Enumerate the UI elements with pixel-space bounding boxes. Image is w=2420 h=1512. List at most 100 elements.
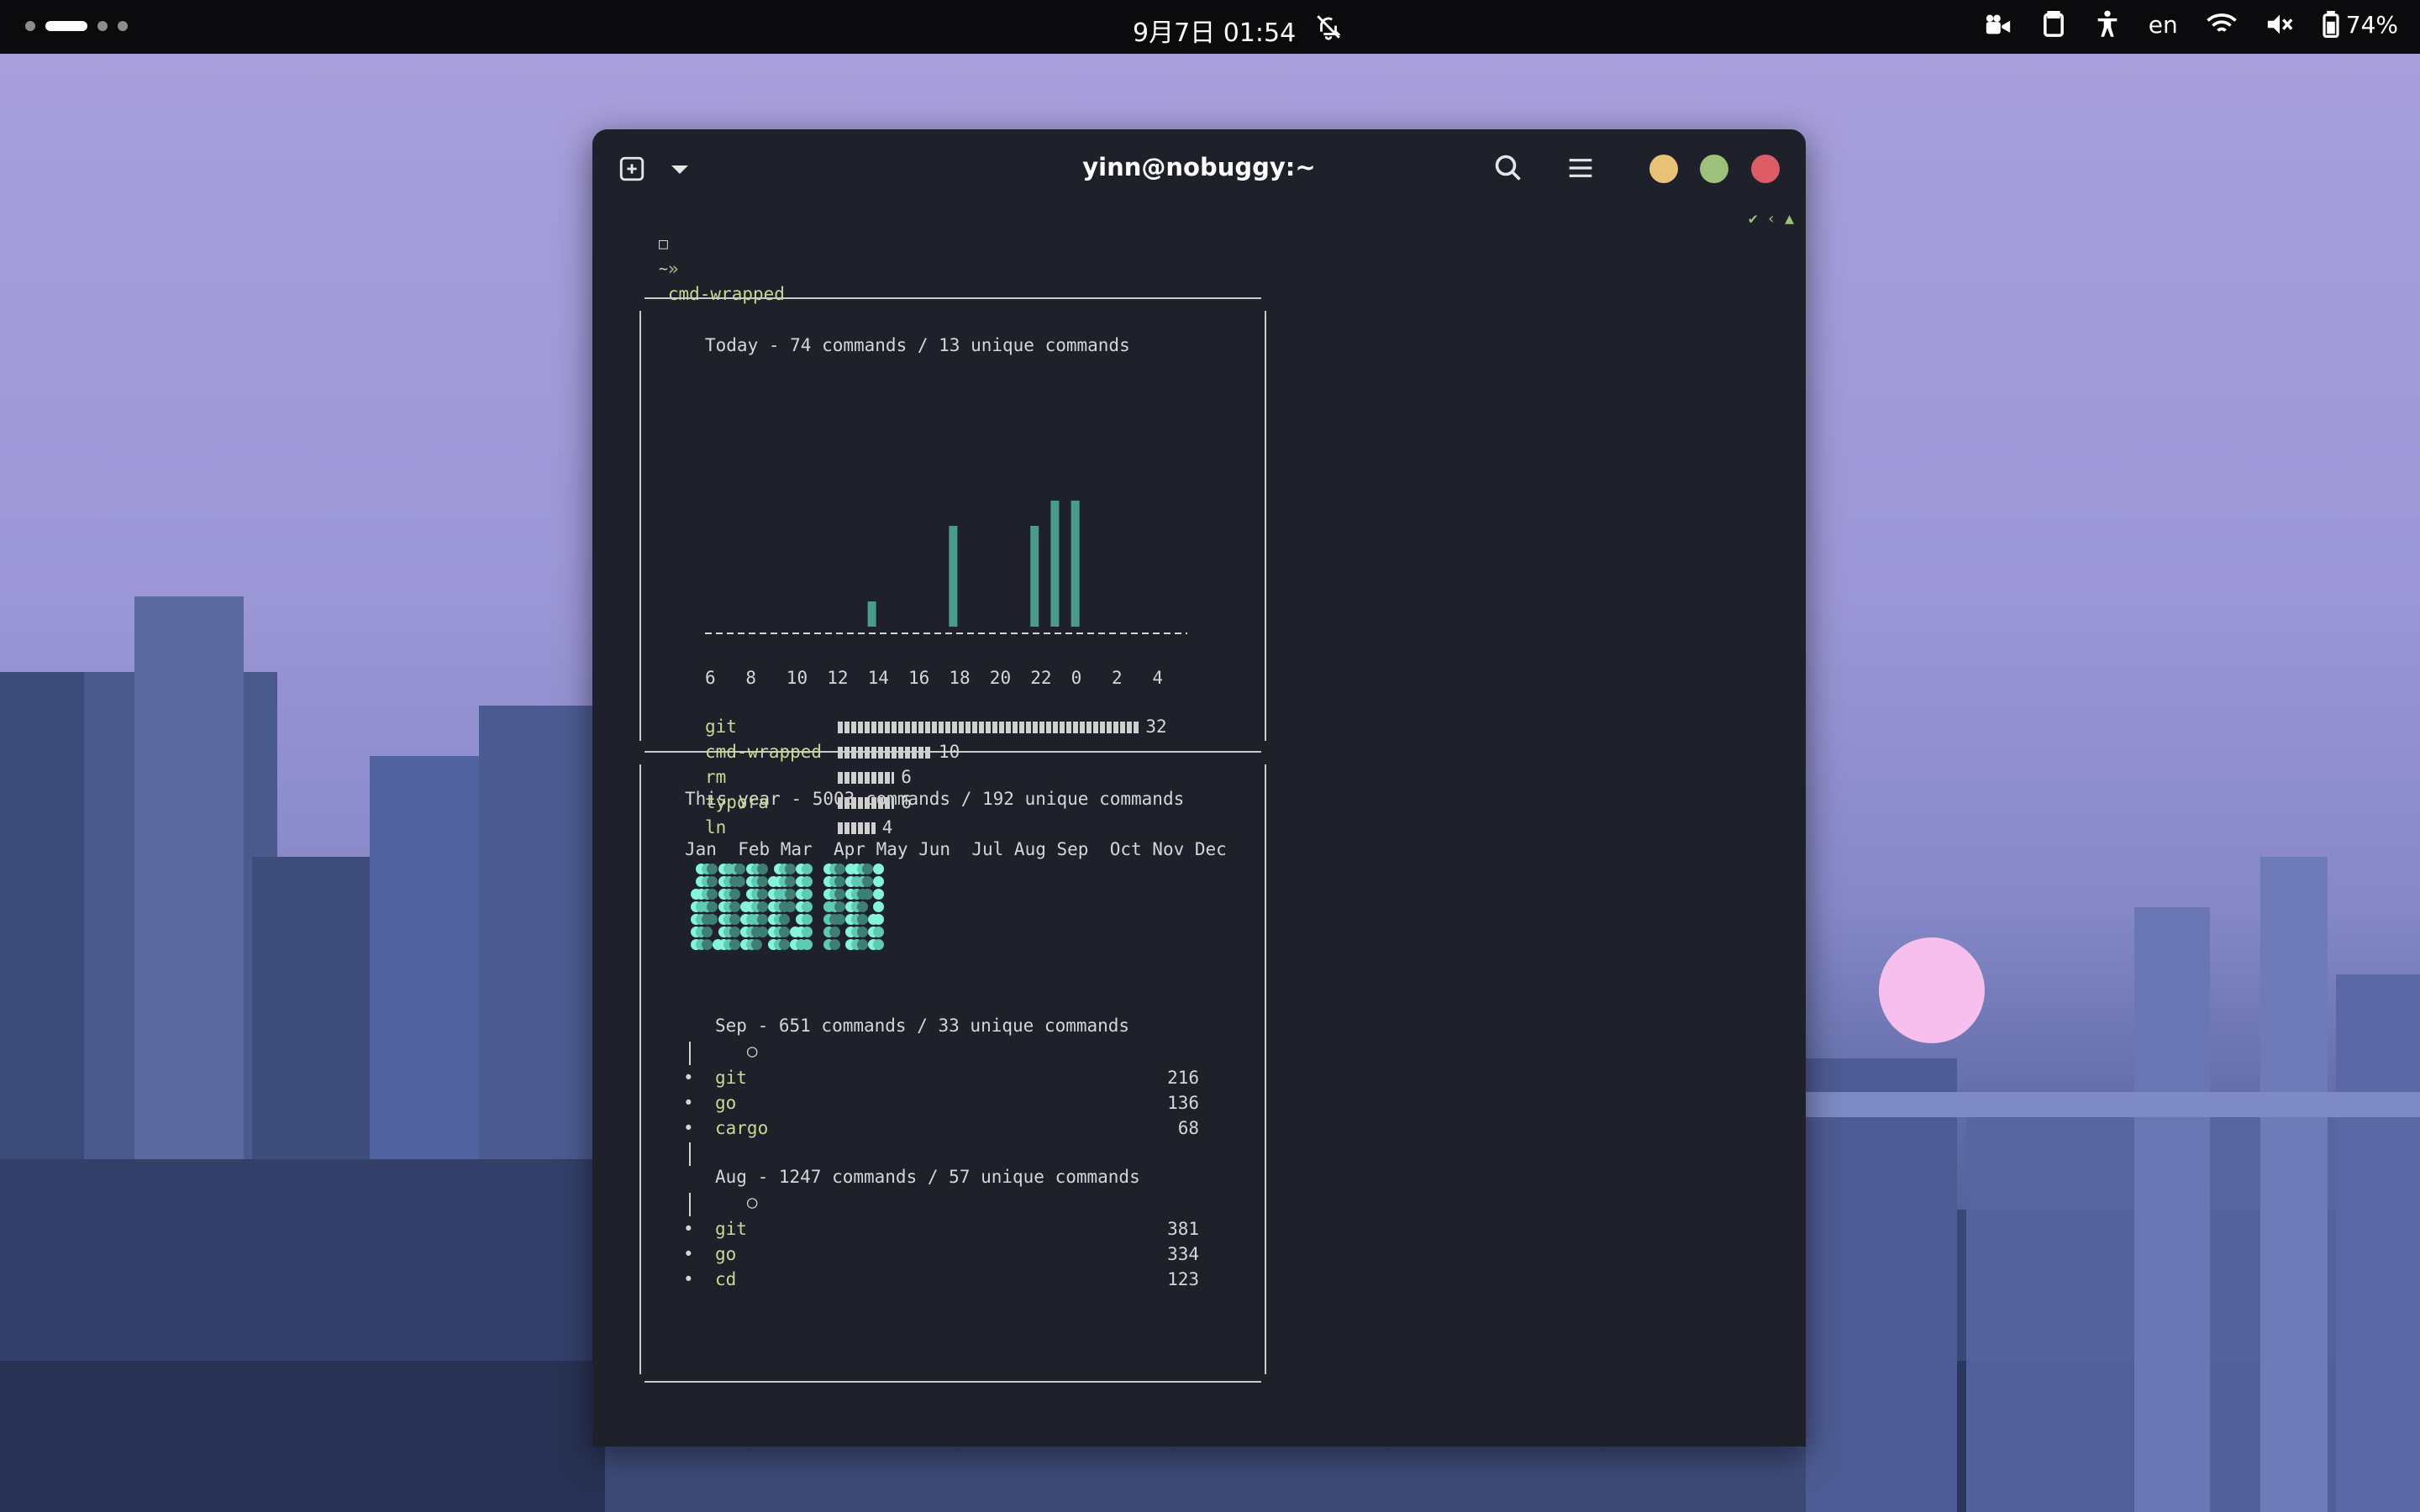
chart-tick-label: 0 (1071, 668, 1082, 688)
heatmap-cell (862, 876, 874, 887)
heatmap-cell (834, 914, 846, 925)
heatmap-cell (707, 901, 718, 912)
list-bullet: • (683, 1219, 694, 1239)
minimize-button[interactable] (1649, 155, 1678, 183)
heatmap-cell (862, 889, 874, 900)
heatmap-cell (701, 939, 713, 950)
month-command-name: git (715, 1219, 747, 1239)
heatmap-cell (873, 876, 885, 887)
workspace-dot[interactable] (25, 21, 35, 31)
workspace-indicator[interactable] (25, 21, 128, 31)
terminal-content[interactable]: □ ~ ✔ ‹ ▲ » cmd-wrapped Today - 74 comma… (592, 207, 1806, 1446)
today-command-count: 10 (939, 742, 960, 762)
heatmap-cell (856, 939, 868, 950)
today-command-bar (838, 797, 895, 809)
sep-header: Sep - 651 commands / 33 unique commands (715, 1016, 1130, 1036)
heatmap-cell (751, 939, 763, 950)
heatmap-cell (801, 864, 813, 874)
close-button[interactable] (1751, 155, 1780, 183)
month-command-name: go (715, 1244, 737, 1264)
month-command-count: 68 (1177, 1118, 1199, 1138)
heatmap-cell (707, 889, 718, 900)
heatmap-cell (784, 889, 796, 900)
search-icon[interactable] (1493, 153, 1523, 186)
today-command-name: git (705, 717, 737, 737)
heatmap-cell (862, 864, 874, 874)
terminal-window[interactable]: yinn@nobuggy:~ □ ~ ✔ ‹ ▲ » cmd-wrapped T… (592, 129, 1806, 1446)
timeline-marker: ○ (746, 1192, 758, 1212)
today-command-count: 32 (1145, 717, 1167, 737)
heatmap-cell (729, 901, 740, 912)
clipboard-icon[interactable] (2041, 11, 2066, 38)
today-command-count: 6 (901, 767, 912, 787)
wallpaper-sun (1879, 937, 1985, 1043)
list-bullet: • (683, 1244, 694, 1264)
heatmap-cell (873, 864, 885, 874)
heatmap-cell (701, 927, 713, 937)
month-command-name: cd (715, 1269, 737, 1289)
heatmap-cell (784, 864, 796, 874)
heatmap-cell (756, 914, 768, 925)
list-bullet: • (683, 1118, 694, 1138)
heatmap-cell (834, 901, 846, 912)
workspace-dot[interactable] (97, 21, 108, 31)
chart-tick-label: 18 (949, 668, 970, 688)
today-command-bar (838, 722, 1139, 733)
month-command-count: 381 (1167, 1219, 1199, 1239)
volume-muted-icon[interactable] (2265, 12, 2294, 37)
heatmap-cell (801, 927, 813, 937)
month-command-count: 123 (1167, 1269, 1199, 1289)
heatmap-cell (801, 901, 813, 912)
today-command-count: 6 (901, 792, 912, 812)
chart-bar (867, 601, 876, 627)
heatmap-cell (779, 927, 791, 937)
heatmap-cell (801, 914, 813, 925)
year-box-left-border (639, 764, 641, 1374)
clock[interactable]: 9月7日 01:54 (1133, 12, 1296, 49)
chart-tick-label: 10 (786, 668, 808, 688)
chart-bar (1071, 501, 1080, 627)
accessibility-icon[interactable] (2095, 10, 2120, 39)
heatmap-cell (707, 876, 718, 887)
wifi-icon[interactable] (2207, 13, 2237, 36)
heatmap-cell (756, 876, 768, 887)
heatmap-cell (801, 889, 813, 900)
workspace-dot[interactable] (118, 21, 128, 31)
chart-tick-label: 14 (868, 668, 889, 688)
heatmap-cell (856, 914, 868, 925)
month-command-name: git (715, 1068, 747, 1088)
today-command-name: ln (705, 817, 727, 837)
heatmap-cell (779, 939, 791, 950)
heatmap-cell (729, 914, 740, 925)
today-hourly-chart: 6 8 10 12 14 16 18 20 22 0 2 4 (705, 501, 1187, 688)
chart-bar (1050, 501, 1060, 627)
language-indicator[interactable]: en (2149, 11, 2178, 39)
heatmap-cell (756, 927, 768, 937)
screencast-icon[interactable] (1984, 12, 2012, 37)
heatmap-cell (834, 864, 846, 874)
aug-header: Aug - 1247 commands / 57 unique commands (715, 1167, 1140, 1187)
heatmap-cell (856, 927, 868, 937)
battery-icon[interactable] (2323, 11, 2339, 38)
window-titlebar[interactable]: yinn@nobuggy:~ (592, 129, 1806, 207)
heatmap-cell (873, 927, 885, 937)
heatmap-cell (779, 914, 791, 925)
heatmap-cell (756, 864, 768, 874)
chart-tick-label: 12 (827, 668, 848, 688)
month-command-name: cargo (715, 1118, 769, 1138)
heatmap-cell (784, 876, 796, 887)
heatmap-cell (873, 889, 885, 900)
battery-percentage[interactable]: 74% (2346, 11, 2398, 39)
heatmap-cell (729, 927, 740, 937)
chart-tick-label: 20 (990, 668, 1011, 688)
month-command-name: go (715, 1093, 737, 1113)
heatmap-cell (734, 876, 746, 887)
heatmap-cell (873, 939, 885, 950)
maximize-button[interactable] (1700, 155, 1728, 183)
hamburger-menu-icon[interactable] (1567, 156, 1594, 183)
heatmap-cell (829, 939, 840, 950)
workspace-dot-active[interactable] (45, 21, 87, 31)
today-command-count: 4 (881, 817, 893, 837)
heatmap-cell (729, 889, 740, 900)
notifications-muted-icon[interactable] (1314, 13, 1343, 47)
